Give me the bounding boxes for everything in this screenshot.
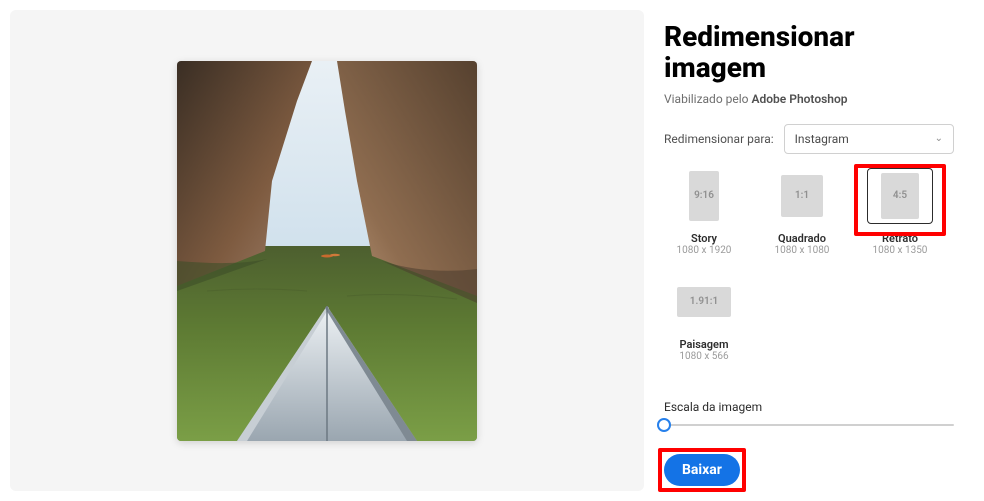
option-label: Story [691,232,717,245]
image-preview[interactable] [177,61,477,441]
option-thumb-wrap: 9:16 [671,168,737,224]
chevron-down-icon: ⌄ [935,133,943,144]
scale-label: Escala da imagem [664,400,954,414]
preview-panel [10,10,644,491]
aspect-thumb-icon: 1.91:1 [677,287,731,317]
slider-knob[interactable] [657,418,671,432]
option-portrait[interactable]: 4:5 Retrato 1080 x 1350 [860,168,940,256]
option-thumb-wrap: 4:5 [867,168,933,224]
page-title: Redimensionar imagem [664,22,954,84]
aspect-thumb-icon: 4:5 [881,173,919,219]
option-label: Paisagem [679,338,728,351]
scale-slider[interactable] [664,424,954,426]
download-button[interactable]: Baixar [664,454,740,486]
resize-for-label: Redimensionar para: [664,132,774,146]
preview-illustration [177,61,477,441]
subtitle-prefix: Viabilizado pelo [664,92,752,106]
subtitle: Viabilizado pelo Adobe Photoshop [664,92,954,106]
option-landscape[interactable]: 1.91:1 Paisagem 1080 x 566 [664,274,744,362]
option-thumb-wrap: 1:1 [769,168,835,224]
dropdown-value: Instagram [795,132,849,146]
subtitle-brand: Adobe Photoshop [752,92,848,106]
download-wrap: Baixar [664,454,740,486]
option-label: Quadrado [778,232,826,245]
option-dimensions: 1080 x 566 [679,351,728,362]
aspect-options-grid: 9:16 Story 1080 x 1920 1:1 Quadrado 1080… [664,168,954,362]
aspect-thumb-icon: 9:16 [689,171,719,221]
resize-target-row: Redimensionar para: Instagram ⌄ [664,124,954,154]
resize-for-dropdown[interactable]: Instagram ⌄ [784,124,954,154]
slider-track [664,424,954,426]
controls-panel: Redimensionar imagem Viabilizado pelo Ad… [654,0,984,501]
option-label: Retrato [882,232,918,245]
option-dimensions: 1080 x 1080 [775,245,830,256]
option-story[interactable]: 9:16 Story 1080 x 1920 [664,168,744,256]
option-square[interactable]: 1:1 Quadrado 1080 x 1080 [762,168,842,256]
option-dimensions: 1080 x 1920 [677,245,732,256]
aspect-thumb-icon: 1:1 [781,175,823,217]
option-thumb-wrap: 1.91:1 [671,274,737,330]
option-dimensions: 1080 x 1350 [873,245,928,256]
